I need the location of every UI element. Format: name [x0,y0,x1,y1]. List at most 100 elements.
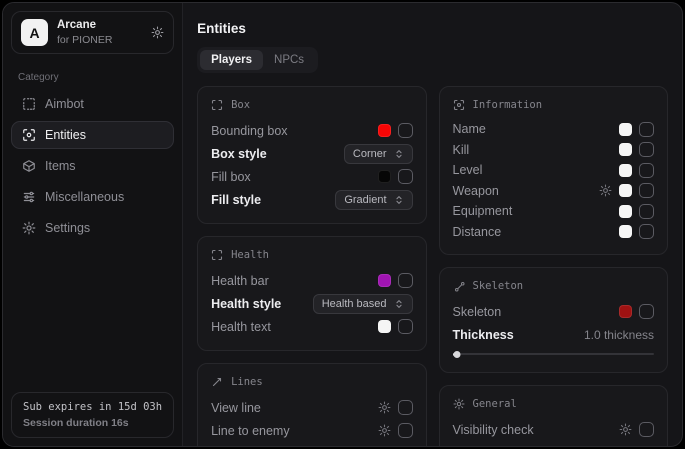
weapon-checkbox[interactable] [639,183,654,198]
fill-style-dropdown[interactable]: Gradient [335,190,412,210]
name-color-swatch[interactable] [619,123,632,136]
health-corners-icon [211,249,223,261]
level-label: Level [453,163,611,177]
weapon-label: Weapon [453,184,591,198]
tab-npcs[interactable]: NPCs [263,50,315,70]
slider-track [453,353,654,355]
section-title: Lines [231,376,263,388]
health-text-color-swatch[interactable] [378,320,391,333]
line-icon [211,376,223,388]
visibility-check-label: Visibility check [453,423,611,437]
visibility-check-row: Visibility check [453,418,654,441]
distance-color-swatch[interactable] [619,225,632,238]
skeleton-label: Skeleton [453,305,611,319]
health-bar-row: Health bar [211,269,412,292]
general-gear-icon [453,398,465,410]
equipment-checkbox[interactable] [639,204,654,219]
sidebar-item-aimbot[interactable]: Aimbot [11,90,174,118]
distance-label: Distance [453,225,611,239]
health-text-checkbox[interactable] [398,319,413,334]
settings-icon [22,221,36,235]
level-checkbox[interactable] [639,163,654,178]
section-title: Health [231,249,269,261]
aimbot-icon [22,97,36,111]
section-title: General [473,398,517,410]
main-panel: Entities Players NPCs Box Bounding box [183,3,682,446]
lines-section: Lines View line Line to enemy [197,363,426,446]
box-style-label: Box style [211,147,336,161]
sidebar-item-label: Settings [45,221,90,235]
skeleton-row: Skeleton [453,300,654,323]
gear-icon[interactable] [619,423,632,436]
max-distance-value: 500m [624,446,654,447]
thickness-slider[interactable] [453,349,654,360]
health-style-dropdown[interactable]: Health based [313,294,413,314]
weapon-row: Weapon [453,181,654,202]
weapon-color-swatch[interactable] [619,184,632,197]
gear-icon[interactable] [378,401,391,414]
box-section: Box Bounding box Box style Corner [197,86,426,224]
box-style-value: Corner [353,148,387,160]
sidebar-item-label: Items [45,159,76,173]
slider-thumb[interactable] [453,351,460,358]
chevron-up-down-icon [394,299,404,309]
category-label: Category [18,72,167,83]
kill-checkbox[interactable] [639,142,654,157]
bounding-box-checkbox[interactable] [398,123,413,138]
sidebar-item-miscellaneous[interactable]: Miscellaneous [11,183,174,211]
chevron-up-down-icon [394,195,404,205]
general-section: General Visibility check Max distance [439,385,668,446]
name-checkbox[interactable] [639,122,654,137]
box-style-row: Box style Corner [211,142,412,165]
sidebar: A Arcane for PIONER Category Aimbot Enti… [3,3,183,446]
thickness-row: Thickness 1.0 thickness [453,323,654,346]
health-style-value: Health based [322,298,387,310]
equipment-color-swatch[interactable] [619,205,632,218]
section-title: Information [473,99,543,111]
sidebar-item-items[interactable]: Items [11,152,174,180]
fill-box-color-swatch[interactable] [378,170,391,183]
health-bar-color-swatch[interactable] [378,274,391,287]
gear-icon[interactable] [151,26,164,39]
box-style-dropdown[interactable]: Corner [344,144,413,164]
sidebar-item-entities[interactable]: Entities [11,121,174,149]
line-to-enemy-checkbox[interactable] [398,423,413,438]
page-title: Entities [197,21,673,36]
bounding-box-row: Bounding box [211,119,412,142]
distance-row: Distance [453,222,654,243]
health-style-label: Health style [211,297,305,311]
bounding-box-color-swatch[interactable] [378,124,391,137]
gear-icon[interactable] [599,184,612,197]
view-line-checkbox[interactable] [398,400,413,415]
app-logo-card: A Arcane for PIONER [11,11,174,54]
fill-style-label: Fill style [211,193,327,207]
scan-eye-icon [453,99,465,111]
view-line-row: View line [211,396,412,419]
skeleton-section: Skeleton Skeleton Thickness 1.0 thicknes… [439,267,668,373]
bone-icon [453,280,465,292]
sidebar-item-settings[interactable]: Settings [11,214,174,242]
level-color-swatch[interactable] [619,164,632,177]
visibility-check-checkbox[interactable] [639,422,654,437]
line-to-enemy-row: Line to enemy [211,419,412,442]
skeleton-checkbox[interactable] [639,304,654,319]
health-text-row: Health text [211,315,412,338]
kill-color-swatch[interactable] [619,143,632,156]
section-title: Skeleton [473,280,524,292]
session-duration-text: Session duration 16s [23,417,162,429]
health-bar-label: Health bar [211,274,369,288]
gear-icon[interactable] [378,424,391,437]
fill-box-checkbox[interactable] [398,169,413,184]
distance-checkbox[interactable] [639,224,654,239]
miscellaneous-icon [22,190,36,204]
bounding-box-label: Bounding box [211,124,369,138]
thickness-label: Thickness [453,328,576,342]
health-bar-checkbox[interactable] [398,273,413,288]
max-distance-row: Max distance 500m [453,441,654,446]
view-line-label: View line [211,401,369,415]
skeleton-color-swatch[interactable] [619,305,632,318]
sidebar-item-label: Miscellaneous [45,190,124,204]
name-row: Name [453,119,654,140]
sidebar-item-label: Aimbot [45,97,84,111]
tab-players[interactable]: Players [200,50,263,70]
